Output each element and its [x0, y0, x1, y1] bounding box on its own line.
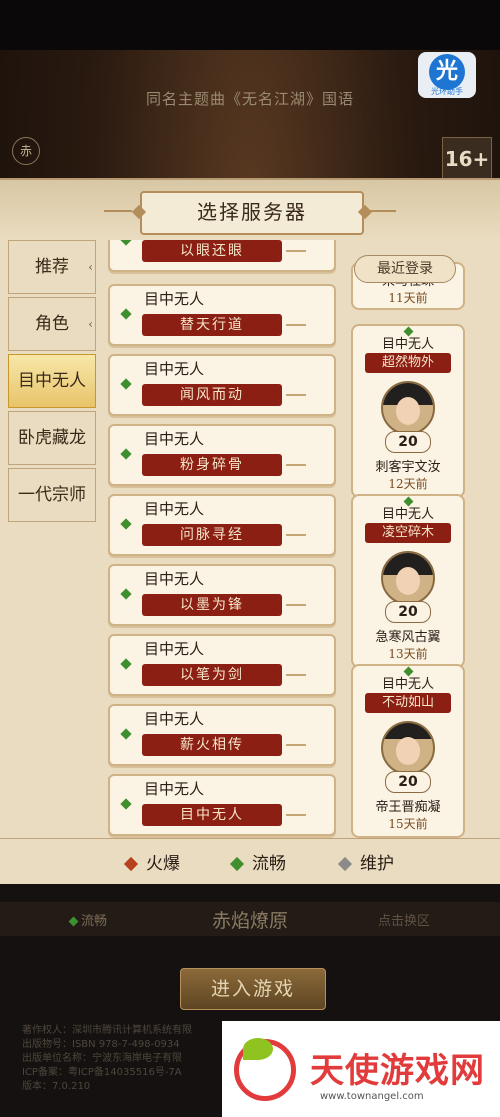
server-name: 以眼还眼 [142, 240, 306, 262]
watermark-badge-glyph: 光 [429, 54, 465, 90]
last-login-days: 11天前 [388, 291, 428, 305]
recent-card[interactable]: 目中无人 凌空碎木 20 急寒风古翼 13天前 [351, 494, 465, 668]
watermark-badge-text: 光环助手 [431, 87, 463, 96]
character-level: 20 [385, 431, 431, 453]
chevron-left-icon: ‹ [88, 317, 93, 331]
character-level: 20 [385, 601, 431, 623]
server-group: 目中无人 [144, 640, 205, 658]
tab-characters[interactable]: 角色 ‹ [8, 297, 96, 351]
legal-line: 版本：7.0.210 [22, 1081, 91, 1092]
tab-recommended[interactable]: 推荐 ‹ [8, 240, 96, 294]
server-name: 闻风而动 [142, 384, 306, 406]
server-group: 目中无人 [144, 430, 205, 448]
age-rating-badge: 16+ [442, 137, 492, 181]
status-gem-icon [120, 658, 132, 670]
legend-maintenance: 维护 [337, 849, 394, 874]
tab-wohucanglong[interactable]: 卧虎藏龙 [8, 411, 96, 465]
legend-smooth: 流畅 [229, 849, 286, 874]
character-avatar [381, 381, 435, 435]
recent-login-panel[interactable]: 来马杜珠 11天前 最近登录 目中无人 超然物外 20 刺客宇文汝 12天前 目… [344, 240, 470, 840]
character-name: 帝王晋痴凝 [375, 800, 441, 815]
tab-yidaizongshi[interactable]: 一代宗师 [8, 468, 96, 522]
legal-line: ICP备案：粤ICP备14035516号-7A [22, 1067, 182, 1078]
server-item[interactable]: 目中无人 替天行道 [108, 284, 336, 346]
status-gem-icon [120, 448, 132, 460]
character-name: 急寒风古翼 [375, 630, 441, 645]
server-list[interactable]: 以眼还眼 目中无人 替天行道 目中无人 闻风而动 目中无人 粉身碎骨 目中无人 … [103, 240, 343, 840]
corner-badge-icon: 赤 [12, 137, 40, 165]
character-avatar [381, 721, 435, 775]
title-ornament-left [104, 210, 132, 212]
last-login-days: 15天前 [388, 817, 428, 831]
status-gem-icon [120, 728, 132, 740]
last-login-days: 13天前 [388, 647, 428, 661]
server-group: 目中无人 [144, 290, 205, 308]
legal-info: 著作权人：深圳市腾讯计算机系统有限 出版物号：ISBN 978-7-498-09… [22, 1024, 242, 1094]
tab-muzhongwuren[interactable]: 目中无人 [8, 354, 96, 408]
legal-line: 出版单位名称：宁波东海岸电子有限 [22, 1053, 182, 1064]
server-item[interactable]: 以眼还眼 [108, 240, 336, 272]
tab-label: 卧虎藏龙 [18, 428, 86, 448]
watermark-text: 天使游戏网 [310, 1051, 485, 1091]
server-name: 粉身碎骨 [142, 454, 306, 476]
server-item[interactable]: 目中无人 目中无人 [108, 774, 336, 836]
legend-label: 火爆 [146, 854, 180, 874]
server-item[interactable]: 目中无人 以墨为锋 [108, 564, 336, 626]
status-gem-icon [120, 240, 132, 246]
legend-hot: 火爆 [123, 849, 180, 874]
server-name: 凌空碎木 [365, 523, 451, 543]
server-name: 替天行道 [142, 314, 306, 336]
server-group: 目中无人 [144, 500, 205, 518]
smooth-gem-icon [229, 856, 245, 872]
tab-label: 推荐 [35, 257, 69, 277]
hot-gem-icon [123, 856, 139, 872]
status-gem-icon [120, 588, 132, 600]
enter-game-button[interactable]: 进入游戏 [180, 968, 326, 1010]
watermark-logo-icon [234, 1038, 296, 1101]
status-bar [0, 0, 500, 50]
recent-card[interactable]: 目中无人 超然物外 20 刺客宇文汝 12天前 [351, 324, 465, 498]
server-group: 目中无人 [144, 780, 205, 798]
server-item[interactable]: 目中无人 闻风而动 [108, 354, 336, 416]
server-name: 以墨为锋 [142, 594, 306, 616]
server-name: 问脉寻经 [142, 524, 306, 546]
server-item[interactable]: 目中无人 粉身碎骨 [108, 424, 336, 486]
server-group: 目中无人 [144, 710, 205, 728]
watermark-badge: 光 光环助手 [418, 52, 476, 98]
status-gem-icon [120, 518, 132, 530]
tab-label: 一代宗师 [18, 485, 86, 505]
dialog-title: 选择服务器 [140, 191, 364, 235]
server-item[interactable]: 目中无人 薪火相传 [108, 704, 336, 766]
status-gem-icon [120, 798, 132, 810]
status-legend: 火爆 流畅 维护 [0, 838, 500, 883]
tab-label: 目中无人 [18, 371, 86, 391]
legal-line: 著作权人：深圳市腾讯计算机系统有限 [22, 1025, 192, 1036]
server-name: 目中无人 [142, 804, 306, 826]
maintenance-gem-icon [337, 856, 353, 872]
switch-server-link[interactable]: 点击换区 [378, 910, 430, 929]
server-name: 超然物外 [365, 353, 451, 373]
site-watermark: 天使游戏网 www.townangel.com [222, 1021, 500, 1117]
server-name: 不动如山 [365, 693, 451, 713]
server-item[interactable]: 目中无人 以笔为剑 [108, 634, 336, 696]
server-item[interactable]: 目中无人 问脉寻经 [108, 494, 336, 556]
server-name: 以笔为剑 [142, 664, 306, 686]
watermark-url: www.townangel.com [320, 1091, 424, 1102]
server-group: 目中无人 [144, 360, 205, 378]
legend-label: 维护 [360, 854, 394, 874]
legend-label: 流畅 [252, 854, 286, 874]
recent-login-header: 最近登录 [354, 255, 456, 283]
chevron-left-icon: ‹ [88, 260, 93, 274]
server-name: 薪火相传 [142, 734, 306, 756]
last-login-days: 12天前 [388, 477, 428, 491]
tab-label: 角色 [35, 314, 69, 334]
character-avatar [381, 551, 435, 605]
character-name: 刺客宇文汝 [375, 460, 441, 475]
server-group: 目中无人 [144, 570, 205, 588]
status-gem-icon [120, 378, 132, 390]
recent-card[interactable]: 目中无人 不动如山 20 帝王晋痴凝 15天前 [351, 664, 465, 838]
status-gem-icon [120, 308, 132, 320]
legal-line: 出版物号：ISBN 978-7-498-0934 [22, 1039, 180, 1050]
character-level: 20 [385, 771, 431, 793]
